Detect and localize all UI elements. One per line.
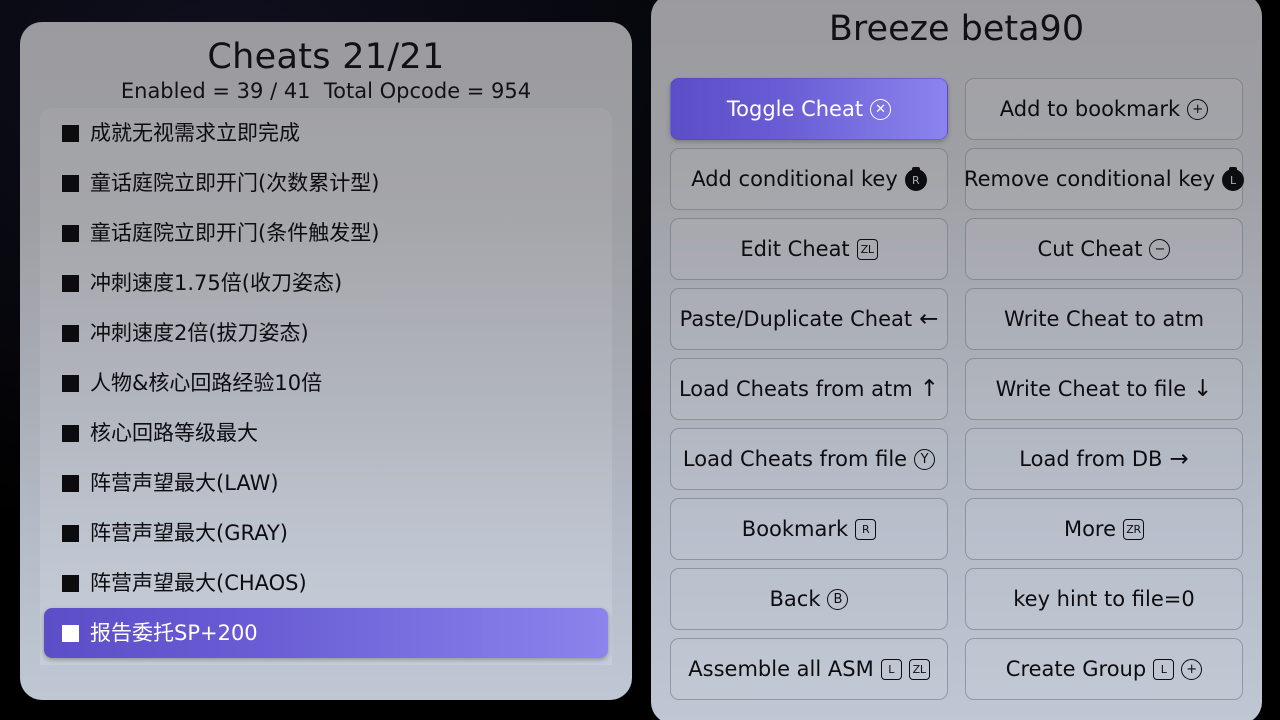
action-button-remove-conditional-key[interactable]: Remove conditional key L	[963, 148, 1245, 210]
cheat-checkbox-icon[interactable]	[62, 424, 79, 442]
action-button-back[interactable]: Back B	[670, 568, 948, 630]
cheat-item-label: 人物&核心回路经验10倍	[90, 370, 323, 395]
cheat-list-item[interactable]: 童话庭院立即开门(次数累计型)	[40, 158, 612, 208]
action-button-load-from-db[interactable]: Load from DB →	[965, 428, 1243, 490]
action-button-label: Add to bookmark	[999, 96, 1181, 121]
cheat-checkbox-icon[interactable]	[62, 124, 79, 142]
action-button-paste-duplicate-cheat[interactable]: Paste/Duplicate Cheat ←	[670, 288, 948, 350]
cheat-list-item[interactable]: 成就无视需求立即完成	[40, 108, 612, 158]
action-button-load-cheats-from-atm[interactable]: Load Cheats from atm ↑	[670, 358, 948, 420]
arrow-left-icon: ←	[919, 305, 939, 332]
cheat-list-item[interactable]: 阵营声望最大(GRAY)	[40, 508, 612, 558]
arrow-right-icon: →	[1169, 445, 1189, 472]
action-button-label: More	[1063, 516, 1117, 541]
cheat-checkbox-icon[interactable]	[62, 524, 79, 542]
action-button-label: Write Cheat to file	[995, 376, 1187, 401]
action-button-key-hint-to-file-0[interactable]: key hint to file=0	[965, 568, 1243, 630]
b-button-icon: B	[827, 588, 849, 610]
action-button-label: Bookmark	[741, 516, 849, 541]
action-button-label: Toggle Cheat	[726, 96, 864, 121]
cheat-list-item[interactable]: 冲刺速度1.75倍(收刀姿态)	[40, 258, 612, 308]
plus-circle-icon: +	[1181, 658, 1203, 680]
cheat-item-label: 阵营声望最大(CHAOS)	[90, 570, 307, 595]
actions-panel: Breeze beta90 Toggle Cheat ✕ Add to bookma…	[651, 0, 1262, 720]
page-title: Cheats 21/21	[207, 37, 445, 77]
y-button-icon: Y	[914, 448, 936, 470]
action-button-write-cheat-to-atm[interactable]: Write Cheat to atm	[965, 288, 1243, 350]
action-button-label: Load Cheats from file	[682, 446, 908, 471]
action-button-label: Add conditional key	[691, 166, 898, 191]
action-button-label: Remove conditional key	[963, 166, 1216, 191]
cheat-item-label: 成就无视需求立即完成	[90, 120, 300, 145]
l-button-icon: L	[1153, 658, 1175, 680]
cheat-checkbox-icon[interactable]	[62, 624, 79, 642]
action-button-bookmark[interactable]: Bookmark R	[670, 498, 948, 560]
app-title: Breeze beta90	[828, 9, 1085, 49]
cheat-item-label: 报告委托SP+200	[90, 620, 258, 645]
cheat-item-label: 阵营声望最大(GRAY)	[90, 520, 288, 545]
cheat-item-label: 冲刺速度2倍(拔刀姿态)	[90, 320, 309, 345]
cheat-checkbox-icon[interactable]	[62, 274, 79, 292]
action-button-label: Load Cheats from atm	[678, 376, 913, 401]
cheat-list-item[interactable]: 阵营声望最大(CHAOS)	[40, 558, 612, 608]
cheat-list-item[interactable]: 童话庭院立即开门(条件触发型)	[40, 208, 612, 258]
action-button-label: Paste/Duplicate Cheat	[679, 306, 913, 331]
action-button-add-conditional-key[interactable]: Add conditional key R	[670, 148, 948, 210]
app-root: Cheats 21/21 Enabled = 39 / 41 Total Opc…	[0, 0, 1280, 720]
x-button-icon: ✕	[870, 98, 892, 120]
cheat-item-label: 核心回路等级最大	[90, 420, 258, 445]
action-button-add-to-bookmark[interactable]: Add to bookmark +	[965, 78, 1243, 140]
action-button-edit-cheat[interactable]: Edit Cheat ZL	[670, 218, 948, 280]
action-button-label: Assemble all ASM	[688, 656, 874, 681]
action-button-cut-cheat[interactable]: Cut Cheat −	[965, 218, 1243, 280]
zr-trigger-icon: R	[904, 167, 927, 191]
cheats-summary: Enabled = 39 / 41 Total Opcode = 954	[120, 79, 532, 104]
l-button-icon: L	[880, 658, 902, 680]
cheat-list[interactable]: 成就无视需求立即完成童话庭院立即开门(次数累计型) 童话庭院立即开门(条件触发型)…	[40, 108, 612, 665]
action-button-label: Create Group	[1005, 656, 1147, 681]
cheat-checkbox-icon[interactable]	[62, 324, 79, 342]
cheat-list-item[interactable]: 核心回路等级最大	[40, 408, 612, 458]
zr-button-icon: ZR	[1123, 518, 1145, 540]
cheat-checkbox-icon[interactable]	[62, 224, 79, 242]
action-button-write-cheat-to-file[interactable]: Write Cheat to file ↓	[965, 358, 1243, 420]
r-button-icon: R	[855, 518, 877, 540]
action-button-load-cheats-from-file[interactable]: Load Cheats from file Y	[670, 428, 948, 490]
cheat-list-item[interactable]: 冲刺速度2倍(拔刀姿态)	[40, 308, 612, 358]
action-button-grid: Toggle Cheat ✕ Add to bookmark + Add conditi…	[670, 78, 1245, 700]
action-button-label: key hint to file=0	[1013, 586, 1195, 611]
cheat-item-label: 阵营声望最大(LAW)	[90, 470, 279, 495]
cheat-item-label: 冲刺速度1.75倍(收刀姿态)	[90, 270, 343, 295]
cheat-checkbox-icon[interactable]	[62, 174, 79, 192]
cheat-checkbox-icon[interactable]	[62, 374, 79, 392]
cheats-panel: Cheats 21/21 Enabled = 39 / 41 Total Opc…	[20, 22, 632, 700]
zl-button-icon: ZL	[908, 658, 930, 680]
cheat-item-label: 童话庭院立即开门(条件触发型)	[90, 220, 380, 245]
action-button-assemble-all-asm[interactable]: Assemble all ASM L ZL	[670, 638, 948, 700]
plus-circle-icon: +	[1187, 98, 1209, 120]
action-button-label: Back	[769, 586, 821, 611]
action-button-label: Write Cheat to atm	[1003, 306, 1205, 331]
action-button-create-group[interactable]: Create Group L +	[965, 638, 1243, 700]
action-button-toggle-cheat[interactable]: Toggle Cheat ✕	[670, 78, 948, 140]
cheat-item-label: 童话庭院立即开门(次数累计型)	[90, 170, 380, 195]
zl-button-icon: ZL	[856, 238, 878, 260]
cheat-list-item[interactable]: 报告委托SP+200	[44, 608, 608, 658]
action-button-more[interactable]: More ZR	[965, 498, 1243, 560]
cheat-list-item[interactable]: 人物&核心回路经验10倍	[40, 358, 612, 408]
cheat-list-item[interactable]: 阵营声望最大(LAW)	[40, 458, 612, 508]
arrow-up-icon: ↑	[919, 375, 940, 402]
cheat-checkbox-icon[interactable]	[62, 574, 79, 592]
cheat-checkbox-icon[interactable]	[62, 474, 79, 492]
action-button-label: Load from DB	[1019, 446, 1163, 471]
minus-circle-icon: −	[1149, 238, 1171, 260]
arrow-down-icon: ↓	[1193, 375, 1213, 402]
zl-trigger-icon: L	[1222, 167, 1245, 191]
action-button-label: Cut Cheat	[1037, 236, 1143, 261]
action-button-label: Edit Cheat	[740, 236, 850, 261]
